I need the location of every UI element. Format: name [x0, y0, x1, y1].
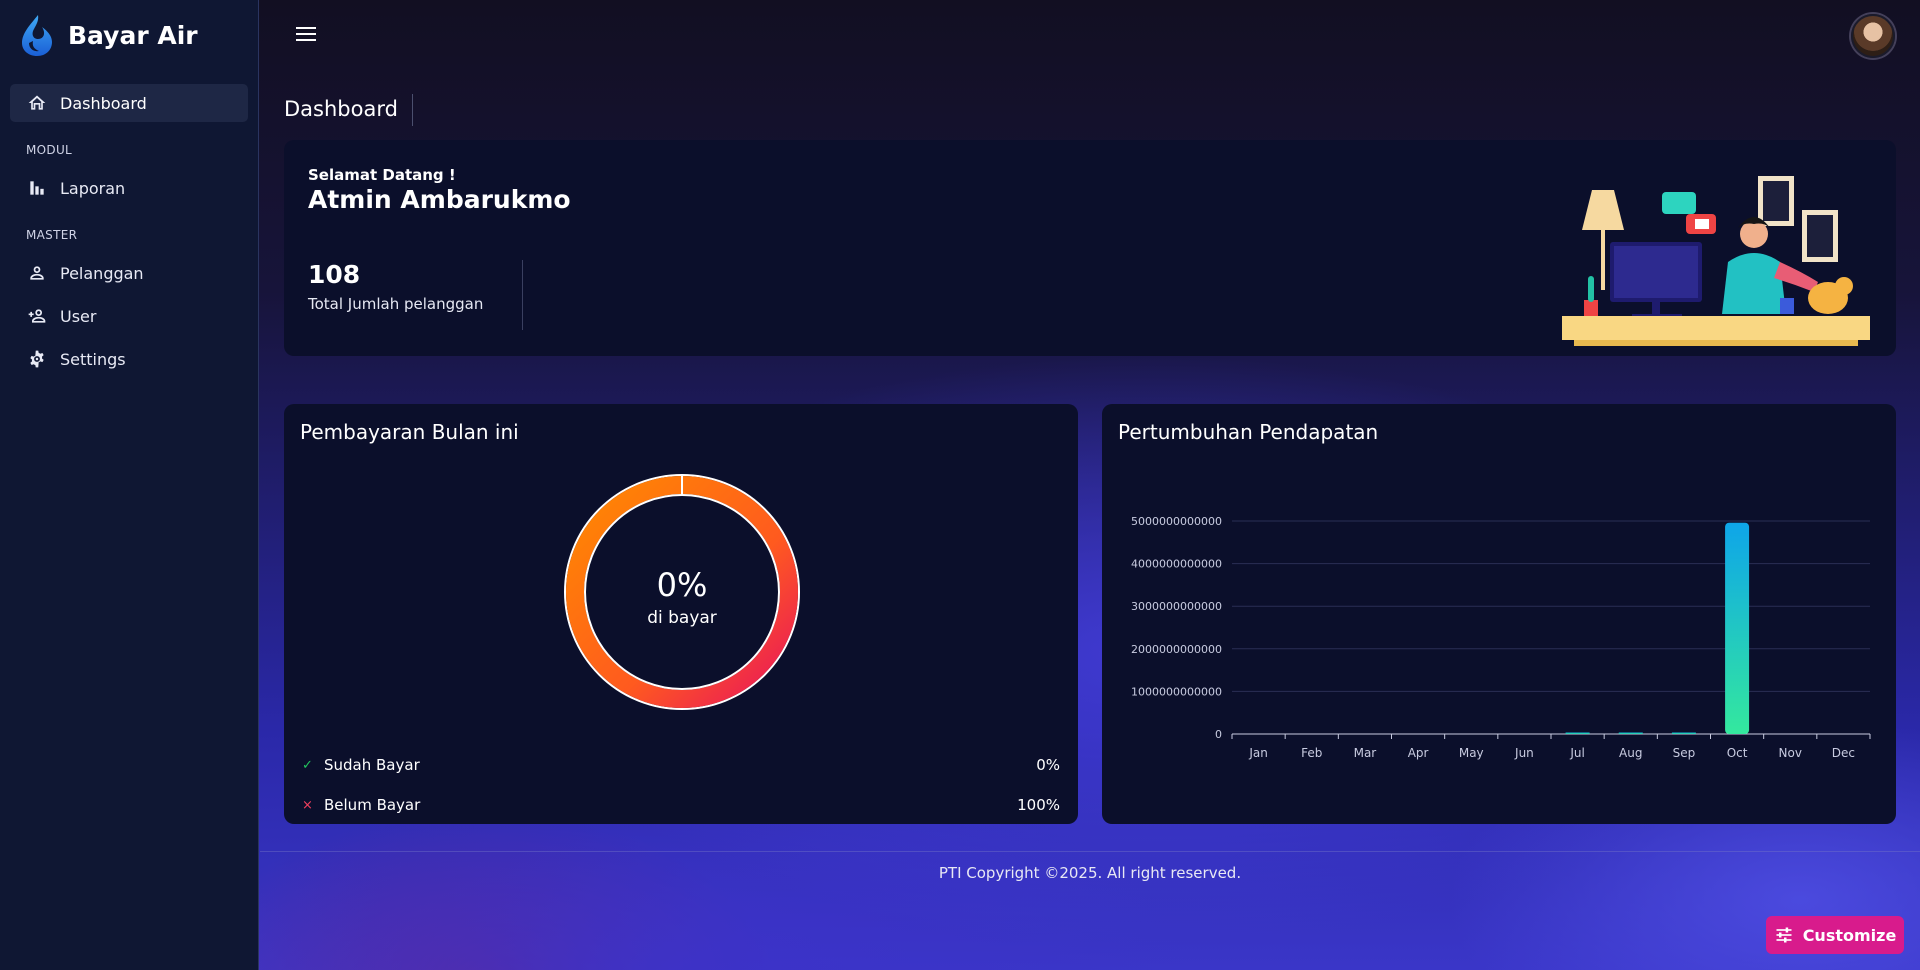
sidebar: Bayar Air Dashboard MODUL Laporan MASTER…: [0, 0, 259, 970]
customize-label: Customize: [1802, 925, 1897, 945]
y-tick-label: 2000000000000: [1131, 643, 1222, 656]
footer-copyright: PTI Copyright ©2025. All right reserved.: [938, 864, 1242, 882]
user-name: Atmin Ambarukmo: [308, 185, 571, 214]
x-tick-label: Dec: [1832, 746, 1855, 760]
y-tick-label: 5000000000000: [1131, 515, 1222, 528]
sidebar-item-laporan[interactable]: Laporan: [10, 169, 248, 207]
y-tick-label: 3000000000000: [1131, 600, 1222, 613]
legend-label: Sudah Bayar: [324, 756, 420, 774]
welcome-illustration: [1562, 176, 1870, 346]
bar-chart-icon: [26, 177, 48, 199]
legend-label: Belum Bayar: [324, 796, 421, 814]
x-tick-label: Feb: [1301, 746, 1322, 760]
x-tick-label: May: [1459, 746, 1484, 760]
bar[interactable]: [1725, 522, 1750, 734]
welcome-card: Selamat Datang ! Atmin Ambarukmo 108 Tot…: [284, 140, 1896, 356]
customer-count-value: 108: [308, 260, 361, 289]
customer-count-label: Total Jumlah pelanggan: [308, 295, 484, 313]
water-drop-logo-icon: [22, 15, 52, 56]
gear-icon: [26, 348, 48, 370]
person-icon: [26, 262, 48, 284]
sidebar-item-label: Pelanggan: [60, 263, 144, 283]
paid-label: di bayar: [647, 608, 717, 628]
menu-toggle-icon[interactable]: [296, 27, 316, 43]
cross-icon: ×: [302, 797, 313, 813]
x-tick-label: Jun: [1514, 746, 1534, 760]
welcome-greeting: Selamat Datang !: [308, 166, 456, 184]
bar[interactable]: [1618, 732, 1643, 735]
x-tick-label: Apr: [1408, 746, 1429, 760]
check-icon: ✓: [302, 757, 313, 773]
sidebar-item-user[interactable]: User: [10, 297, 248, 335]
x-tick-label: Jul: [1569, 746, 1584, 760]
legend-sudah-bayar: ✓ Sudah Bayar 0%: [302, 756, 1060, 774]
legend-belum-bayar: × Belum Bayar 100%: [302, 796, 1060, 814]
x-tick-label: Jan: [1248, 746, 1268, 760]
sidebar-item-dashboard[interactable]: Dashboard: [10, 84, 248, 122]
customer-count-stat: 108 Total Jumlah pelanggan: [308, 260, 523, 330]
revenue-growth-card: Pertumbuhan Pendapatan 0 1000000000000 200…: [1102, 404, 1896, 824]
sidebar-item-label: Laporan: [60, 178, 126, 198]
legend-value: 100%: [1017, 796, 1060, 814]
x-tick-label: Nov: [1779, 746, 1802, 760]
x-tick-label: Aug: [1619, 746, 1642, 760]
brand[interactable]: Bayar Air: [0, 0, 258, 70]
donut-center: 0% di bayar: [556, 566, 808, 628]
page-title: Dashboard: [284, 94, 413, 126]
sidebar-section-modul: MODUL: [26, 143, 73, 157]
payment-card: Pembayaran Bulan ini 0% di bayar ✓ Sudah…: [284, 404, 1078, 824]
sidebar-item-label: Dashboard: [60, 93, 147, 113]
sliders-icon: [1776, 927, 1792, 943]
avatar[interactable]: [1851, 14, 1895, 58]
x-tick-label: Mar: [1354, 746, 1377, 760]
sidebar-item-label: Settings: [60, 349, 126, 369]
y-tick-label: 1000000000000: [1131, 685, 1222, 698]
customize-button[interactable]: Customize: [1766, 916, 1904, 954]
bar[interactable]: [1671, 732, 1696, 735]
x-tick-label: Sep: [1673, 746, 1696, 760]
sidebar-section-master: MASTER: [26, 228, 78, 242]
sidebar-item-settings[interactable]: Settings: [10, 340, 248, 378]
sidebar-item-label: User: [60, 306, 97, 326]
payment-card-title: Pembayaran Bulan ini: [300, 420, 519, 444]
app-name: Bayar Air: [68, 20, 198, 50]
bar[interactable]: [1565, 732, 1590, 735]
sidebar-nav: Dashboard MODUL Laporan MASTER Pelanggan…: [0, 70, 258, 378]
y-tick-label: 0: [1215, 728, 1222, 741]
x-tick-label: Oct: [1727, 746, 1748, 760]
legend-value: 0%: [1036, 756, 1060, 774]
add-user-icon: [26, 305, 48, 327]
home-icon: [26, 92, 48, 114]
revenue-bar-chart: 0 1000000000000 2000000000000 3000000000000…: [1131, 515, 1871, 760]
sidebar-item-pelanggan[interactable]: Pelanggan: [10, 254, 248, 292]
y-tick-label: 4000000000000: [1131, 558, 1222, 571]
paid-percentage: 0%: [656, 566, 708, 604]
footer-divider: [260, 851, 1920, 852]
